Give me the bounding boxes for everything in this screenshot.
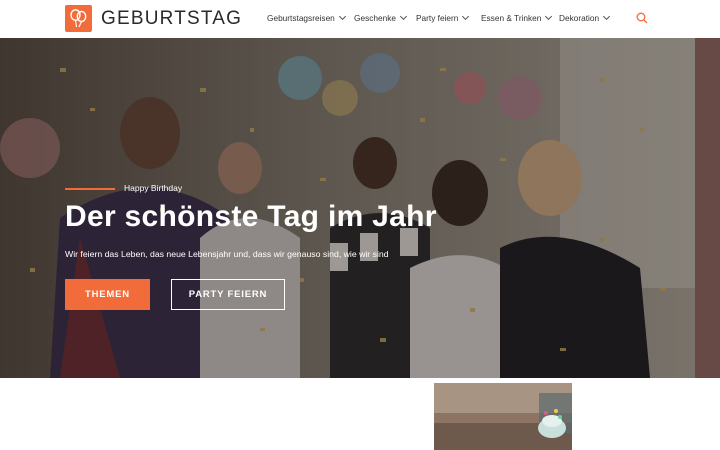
nav-item-essen-trinken[interactable]: Essen & Trinken xyxy=(481,12,553,23)
nav-item-label: Essen & Trinken xyxy=(481,13,542,23)
nav-item-geschenke[interactable]: Geschenke xyxy=(354,12,408,23)
nav-item-label: Dekoration xyxy=(559,13,600,23)
hero-kicker: Happy Birthday xyxy=(124,183,183,193)
site-logo-text[interactable]: GEBURTSTAG xyxy=(101,8,242,30)
article-thumbnail-image[interactable] xyxy=(434,383,572,450)
nav-item-geburtstagsreisen[interactable]: Geburtstagsreisen xyxy=(267,12,346,23)
balloon-icon xyxy=(70,9,87,28)
search-icon[interactable] xyxy=(636,12,648,24)
nav-item-label: Geschenke xyxy=(354,13,396,23)
hero-subtitle: Wir feiern das Leben, das neue Lebensjah… xyxy=(65,249,389,259)
balloon-logo-icon[interactable] xyxy=(65,5,92,32)
chevron-down-icon xyxy=(462,12,470,21)
chevron-down-icon xyxy=(338,12,346,21)
nav-item-label: Party feiern xyxy=(416,13,459,23)
chevron-down-icon xyxy=(603,12,611,21)
chevron-down-icon xyxy=(545,12,553,21)
site-header: GEBURTSTAG Geburtstagsreisen Geschenke P… xyxy=(0,0,720,38)
hero-title: Der schönste Tag im Jahr xyxy=(65,200,437,233)
nav-item-label: Geburtstagsreisen xyxy=(267,13,335,23)
accent-divider xyxy=(65,188,115,190)
chevron-down-icon xyxy=(399,12,408,21)
nav-item-party-feiern[interactable]: Party feiern xyxy=(416,12,470,23)
nav-item-dekoration[interactable]: Dekoration xyxy=(559,12,611,23)
hero-banner: Happy Birthday Der schönste Tag im Jahr … xyxy=(0,38,720,378)
party-feiern-button[interactable]: PARTY FEIERN xyxy=(171,279,285,310)
cake-image xyxy=(434,383,572,450)
themen-button[interactable]: THEMEN xyxy=(65,279,150,310)
